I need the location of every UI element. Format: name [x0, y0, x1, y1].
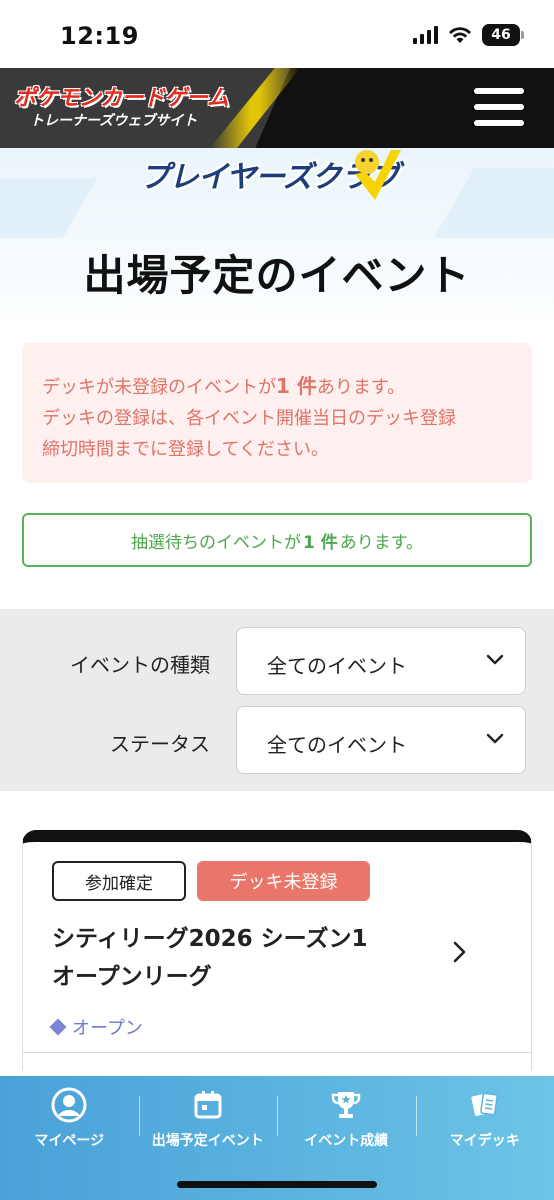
event-card[interactable]: 参加確定 デッキ未登録 シティリーグ2026 シーズン1 オープンリーグ オープ…	[22, 830, 532, 1070]
divider	[23, 1052, 531, 1053]
trophy-icon	[327, 1086, 365, 1124]
site-logo[interactable]: ポケモンカードゲーム	[14, 80, 229, 112]
filter-panel: イベントの種類 全てのイベント ステータス 全てのイベント	[0, 609, 554, 791]
chevron-right-icon[interactable]	[447, 940, 471, 964]
alert-text: あります。	[316, 377, 406, 398]
alert-count: 1 件	[276, 374, 317, 398]
battery-icon: 46	[482, 24, 524, 46]
nav-item-my-deck[interactable]: マイデッキ	[415, 1076, 554, 1200]
alert-text: あります。	[339, 532, 424, 553]
status-select[interactable]: 全てのイベント	[236, 706, 526, 774]
lottery-waiting-alert[interactable]: 抽選待ちのイベントが 1 件あります。	[22, 513, 532, 567]
event-type-label: オープン	[72, 1018, 143, 1039]
nav-item-mypage[interactable]: マイページ	[0, 1076, 139, 1200]
home-indicator	[177, 1181, 377, 1188]
chevron-down-icon	[486, 733, 504, 744]
nav-label: 出場予定イベント	[151, 1133, 264, 1149]
chevron-down-icon	[486, 654, 504, 665]
page-title: 出場予定のイベント	[83, 251, 471, 300]
alert-text: デッキの登録は、各イベント開催当日のデッキ登録	[42, 408, 456, 429]
user-avatar-icon	[50, 1086, 88, 1124]
select-value: 全てのイベント	[267, 733, 407, 757]
status-label: ステータス	[110, 732, 210, 756]
wifi-icon	[449, 27, 471, 43]
cellular-signal-icon	[413, 26, 438, 44]
status-bar: 12:19 46	[0, 0, 554, 68]
event-title: シティリーグ2026 シーズン1 オープンリーグ	[52, 926, 368, 990]
calendar-icon	[189, 1086, 227, 1124]
lightning-mark-icon	[355, 150, 401, 200]
event-type-select[interactable]: 全てのイベント	[236, 627, 526, 695]
alert-count: 1 件	[302, 532, 338, 553]
event-type-label: イベントの種類	[70, 653, 210, 677]
participation-confirmed-badge: 参加確定	[52, 861, 186, 901]
hero-section: プレイヤーズクラブ 出場予定のイベント	[0, 148, 554, 328]
nav-label: マイデッキ	[449, 1133, 520, 1149]
site-header: ポケモンカードゲーム トレーナーズウェブサイト	[0, 68, 554, 148]
deck-unregistered-badge: デッキ未登録	[197, 861, 370, 901]
nav-label: イベント成績	[304, 1133, 389, 1149]
alert-text: デッキが未登録のイベントが	[42, 377, 276, 398]
event-type: オープン	[49, 1014, 143, 1040]
diamond-icon	[49, 1018, 67, 1036]
nav-label: マイページ	[34, 1133, 105, 1149]
site-logo-subtitle: トレーナーズウェブサイト	[30, 113, 198, 129]
status-time: 12:19	[60, 22, 139, 50]
status-icons: 46	[413, 24, 524, 46]
select-value: 全てのイベント	[267, 654, 407, 678]
cards-icon	[466, 1086, 504, 1124]
hamburger-menu-icon[interactable]	[474, 88, 524, 126]
deck-unregistered-alert: デッキが未登録のイベントが1 件あります。 デッキの登録は、各イベント開催当日の…	[22, 343, 532, 483]
alert-text: 抽選待ちのイベントが	[130, 532, 301, 553]
alert-text: 締切時間までに登録してください。	[42, 439, 329, 460]
